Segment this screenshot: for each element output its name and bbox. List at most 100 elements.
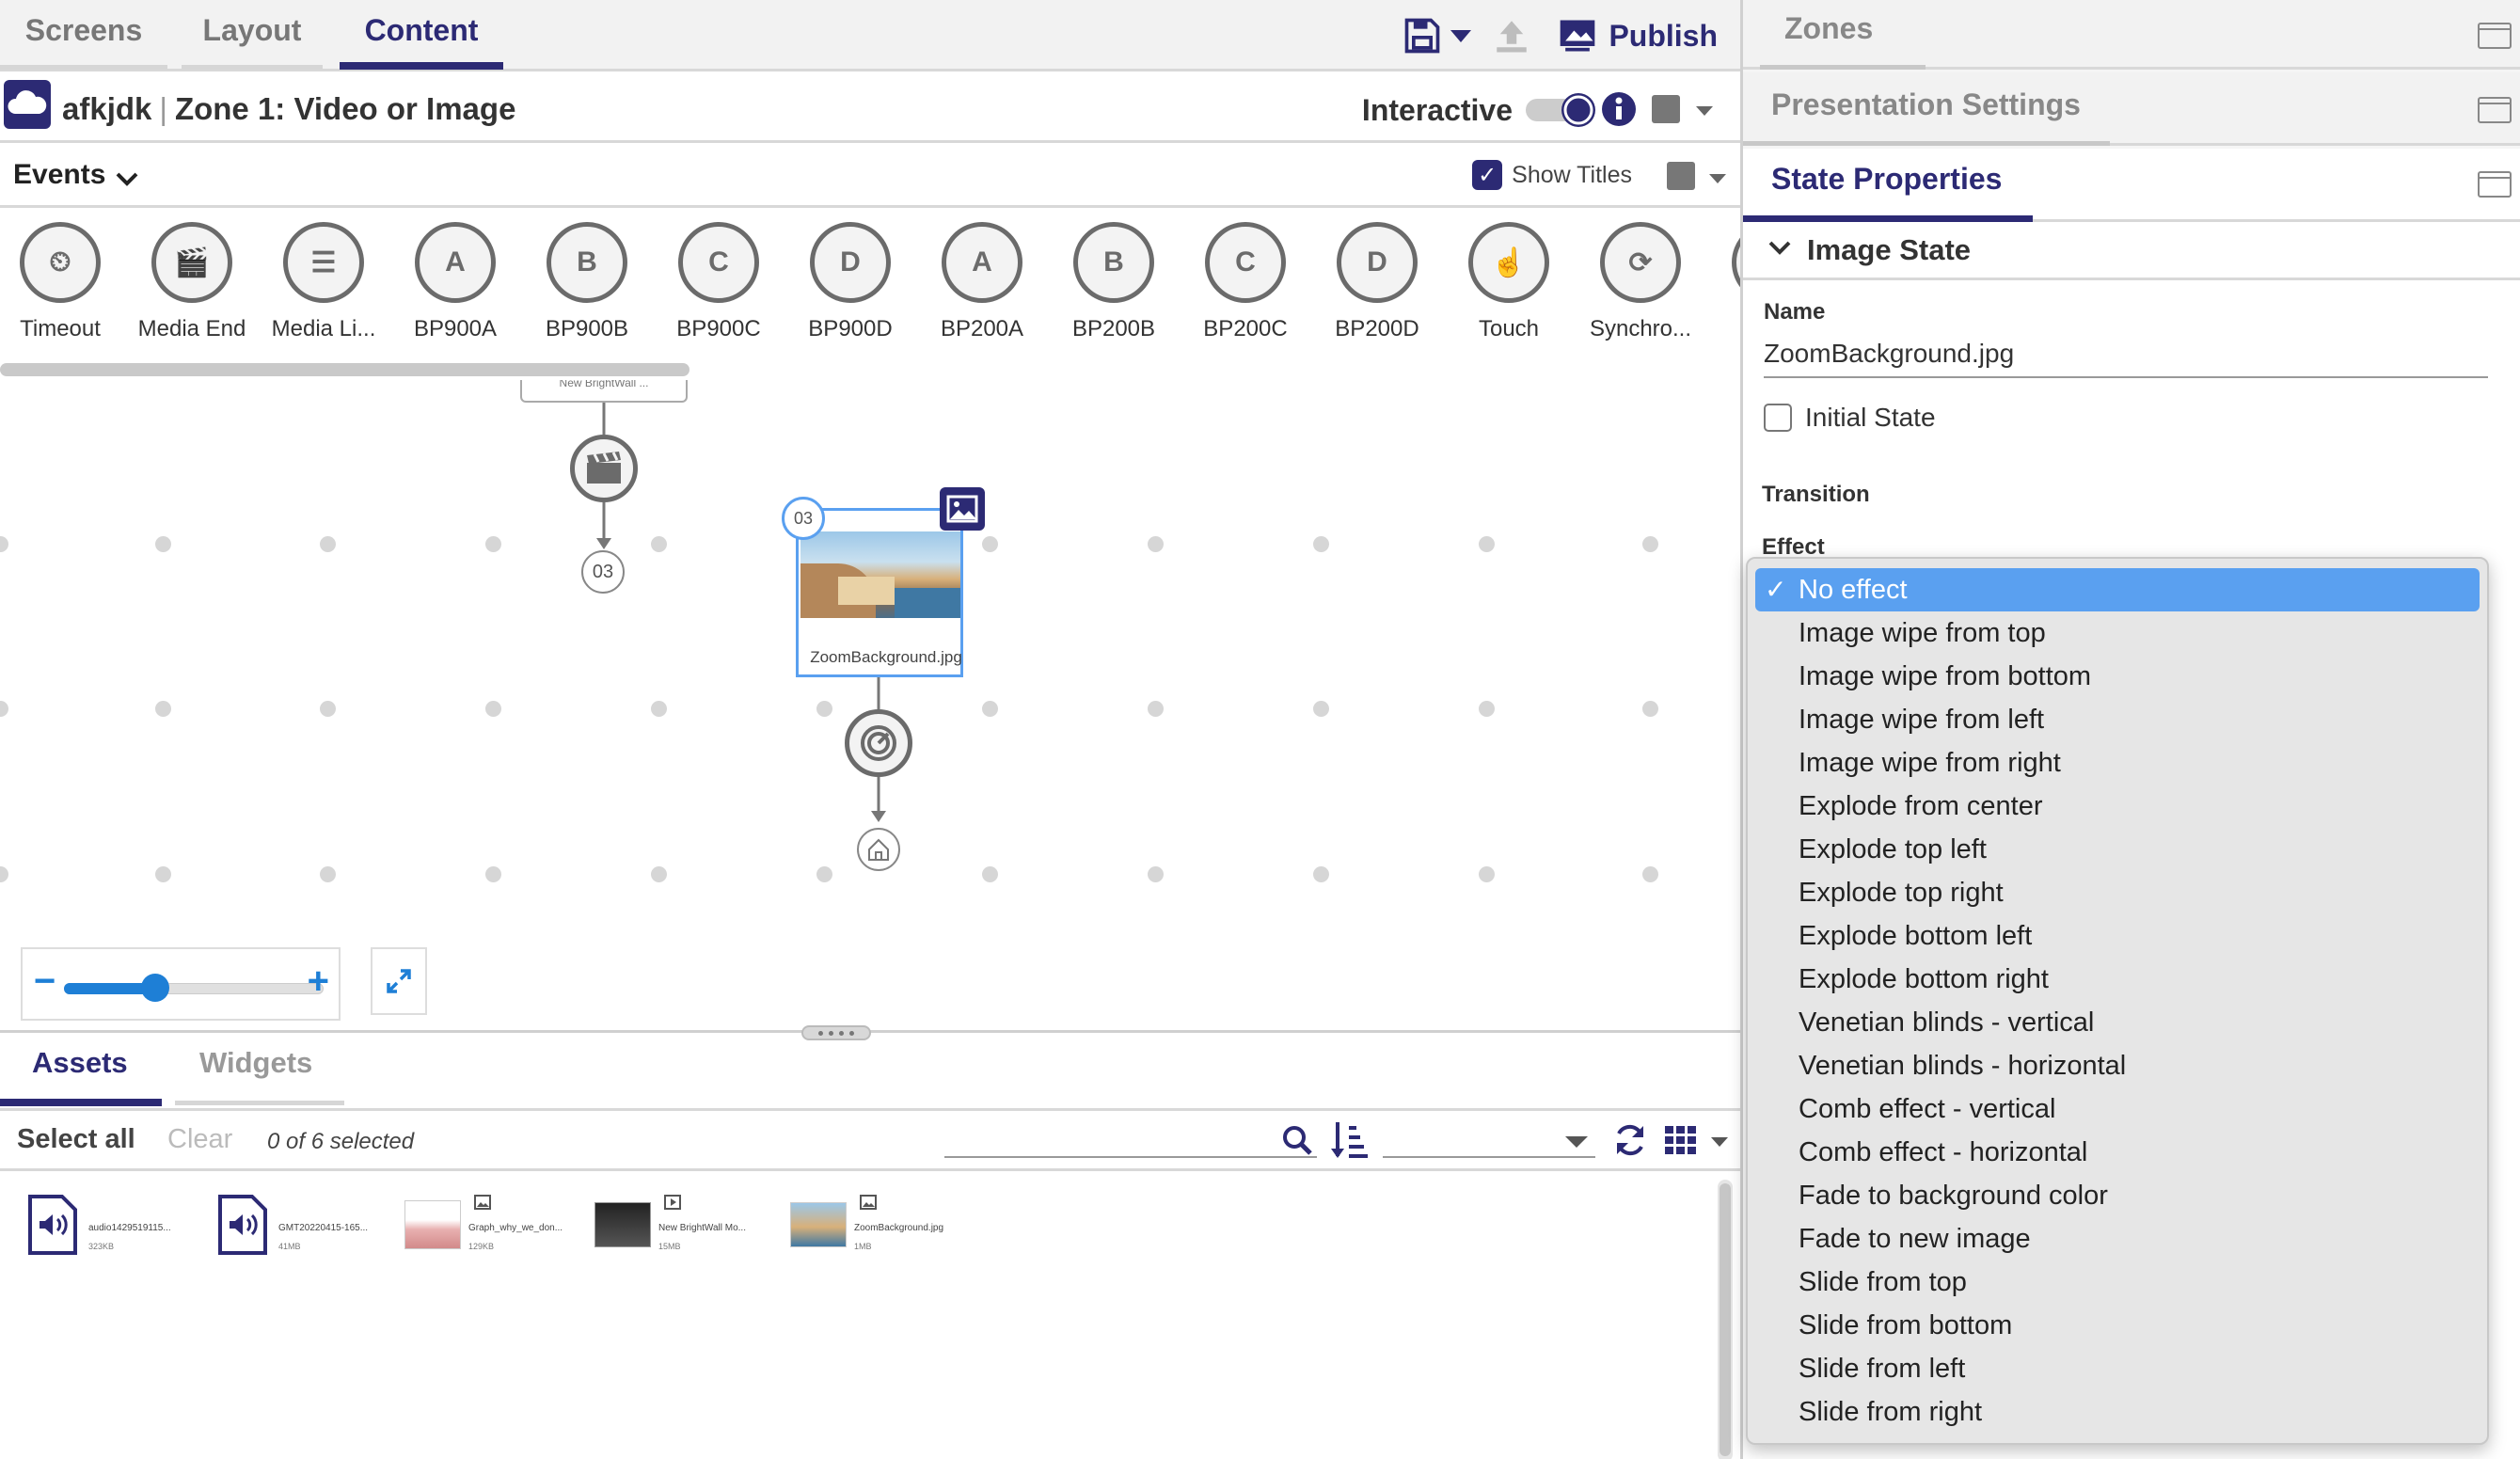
tab-layout[interactable]: Layout — [182, 0, 323, 70]
asset-item[interactable]: GMT20220415-165... 41MB — [214, 1195, 403, 1270]
event-type-timeout[interactable]: ⏲ Timeout — [0, 222, 126, 342]
panel-toggle-icon[interactable] — [2478, 97, 2512, 123]
event-type-label: BP900B — [545, 316, 629, 341]
color-swatch[interactable] — [1667, 162, 1695, 190]
tab-content[interactable]: Content — [340, 0, 503, 70]
event-type-bp200c[interactable]: C BP200C — [1180, 222, 1311, 342]
effect-option[interactable]: Slide from left — [1755, 1347, 2480, 1390]
home-badge[interactable] — [857, 828, 900, 871]
grid-view-icon[interactable] — [1665, 1126, 1699, 1159]
check-icon: ✓ — [1472, 160, 1503, 190]
audio-file-icon — [28, 1195, 77, 1255]
image-type-icon — [940, 487, 985, 531]
image-state-group[interactable]: Image State — [1743, 222, 2520, 280]
event-type-bp900a[interactable]: A BP900A — [389, 222, 521, 342]
asset-item[interactable]: Graph_why_we_don... 129KB — [404, 1195, 593, 1270]
publish-button[interactable]: Publish — [1556, 15, 1718, 56]
tab-assets[interactable]: Assets — [32, 1046, 128, 1080]
sort-icon[interactable] — [1330, 1120, 1368, 1165]
effect-option-label: No effect — [1799, 574, 1908, 605]
effect-option[interactable]: Explode top left — [1755, 828, 2480, 871]
asset-item[interactable]: New BrightWall Mo... 15MB — [594, 1195, 783, 1270]
panel-resize-handle[interactable] — [801, 1025, 871, 1040]
select-all-button[interactable]: Select all — [17, 1124, 135, 1155]
asset-item[interactable]: audio1429519115... 323KB — [24, 1195, 213, 1270]
effect-option[interactable]: Image wipe from bottom — [1755, 655, 2480, 698]
tab-widgets[interactable]: Widgets — [199, 1046, 312, 1080]
asset-thumbnail — [790, 1202, 847, 1247]
search-input[interactable] — [944, 1124, 1317, 1158]
presentation-settings-header[interactable]: Presentation Settings — [1743, 72, 2520, 146]
event-type-bp900c[interactable]: C BP900C — [653, 222, 785, 342]
effect-option[interactable]: Fade to new image — [1755, 1217, 2480, 1261]
clear-button[interactable]: Clear — [167, 1124, 232, 1155]
asset-item[interactable]: ZoomBackground.jpg 1MB — [790, 1195, 978, 1270]
effect-option[interactable]: Comb effect - horizontal — [1755, 1131, 2480, 1174]
event-type-bp900d[interactable]: D BP900D — [785, 222, 916, 342]
panel-toggle-icon[interactable] — [2478, 23, 2512, 49]
event-type-bp200a[interactable]: A BP200A — [916, 222, 1048, 342]
effect-option[interactable]: Fade to background color — [1755, 1174, 2480, 1217]
effect-option[interactable]: Slide from top — [1755, 1261, 2480, 1304]
timeout-event-node[interactable] — [845, 709, 912, 777]
initial-state-checkbox[interactable]: Initial State — [1764, 403, 1936, 433]
chevron-down-icon[interactable] — [1710, 1135, 1729, 1153]
effect-dropdown-menu[interactable]: ✓ No effect Image wipe from top Image wipe … — [1746, 557, 2489, 1445]
event-type-bp200d[interactable]: D BP200D — [1311, 222, 1443, 342]
info-icon[interactable] — [1601, 91, 1637, 132]
zoom-slider[interactable] — [64, 974, 324, 1002]
event-type-zone[interactable]: Zo — [1706, 222, 1740, 342]
horizontal-scrollbar[interactable] — [0, 363, 689, 376]
effect-option[interactable]: Slide from bottom — [1755, 1304, 2480, 1347]
refresh-icon[interactable] — [1612, 1122, 1648, 1163]
effect-option[interactable]: ✓ No effect — [1755, 568, 2480, 611]
effect-option[interactable]: Explode top right — [1755, 871, 2480, 914]
transition-target-badge[interactable]: 03 — [581, 550, 625, 594]
vertical-scrollbar[interactable] — [1718, 1180, 1733, 1459]
upload-icon[interactable] — [1492, 15, 1531, 56]
event-type-clapperboard[interactable]: 🎬 Media End — [126, 222, 258, 342]
events-dropdown[interactable]: Events — [13, 159, 139, 191]
effect-option[interactable]: Slide from right — [1755, 1390, 2480, 1434]
chevron-down-icon[interactable] — [1449, 26, 1473, 45]
interactive-toggle[interactable] — [1524, 91, 1601, 134]
effect-option[interactable]: Explode bottom left — [1755, 914, 2480, 958]
effect-option[interactable]: Venetian blinds - vertical — [1755, 1001, 2480, 1044]
effect-option[interactable]: Image wipe from top — [1755, 611, 2480, 655]
effect-option[interactable]: Explode bottom right — [1755, 958, 2480, 1001]
chevron-down-icon[interactable] — [1695, 104, 1714, 122]
event-type-media-list[interactable]: ☰ Media Li... — [258, 222, 389, 342]
show-titles-checkbox[interactable]: ✓ Show Titles — [1472, 160, 1632, 190]
effect-option[interactable]: Explode from center — [1755, 785, 2480, 828]
fit-to-screen-button[interactable] — [371, 947, 427, 1015]
effect-option[interactable]: Image wipe from left — [1755, 698, 2480, 741]
panel-toggle-icon[interactable] — [2478, 171, 2512, 198]
tab-screens[interactable]: Screens — [0, 0, 167, 70]
asset-thumbnail — [594, 1202, 651, 1247]
effect-option[interactable]: Image wipe from right — [1755, 741, 2480, 785]
state-properties-header[interactable]: State Properties — [1743, 149, 2520, 222]
filter-dropdown[interactable] — [1383, 1124, 1595, 1158]
search-icon[interactable] — [1281, 1124, 1313, 1161]
effect-option-label: Venetian blinds - horizontal — [1799, 1050, 2127, 1081]
zoom-out-button[interactable]: − — [34, 960, 55, 1003]
image-state-node[interactable]: ZoomBackground.jpg — [796, 508, 963, 677]
state-canvas[interactable]: New BrightWall ... 03 ZoomBackground.jpg — [0, 380, 1740, 1029]
color-swatch[interactable] — [1652, 95, 1680, 123]
effect-option[interactable]: Venetian blinds - horizontal — [1755, 1044, 2480, 1087]
save-icon[interactable] — [1402, 15, 1443, 56]
zoom-slider-handle[interactable] — [140, 974, 169, 1002]
zoom-in-button[interactable]: + — [308, 960, 329, 1003]
name-field[interactable]: ZoomBackground.jpg — [1764, 333, 2488, 378]
event-type-bp900b[interactable]: B BP900B — [521, 222, 653, 342]
event-type-synchronize[interactable]: ⟳ Synchro... — [1575, 222, 1706, 342]
chevron-down-icon[interactable] — [1708, 172, 1727, 190]
event-type-touch[interactable]: ☝ Touch — [1443, 222, 1575, 342]
asset-toolbar: Select all Clear 0 of 6 selected — [0, 1108, 1740, 1171]
zones-section-header[interactable]: Zones — [1743, 0, 2520, 70]
media-end-event-node[interactable] — [570, 435, 638, 502]
effect-option-label: Explode from center — [1799, 790, 2043, 821]
effect-option[interactable]: Comb effect - vertical — [1755, 1087, 2480, 1131]
bp200d-icon: D — [1337, 222, 1418, 303]
event-type-bp200b[interactable]: B BP200B — [1048, 222, 1180, 342]
